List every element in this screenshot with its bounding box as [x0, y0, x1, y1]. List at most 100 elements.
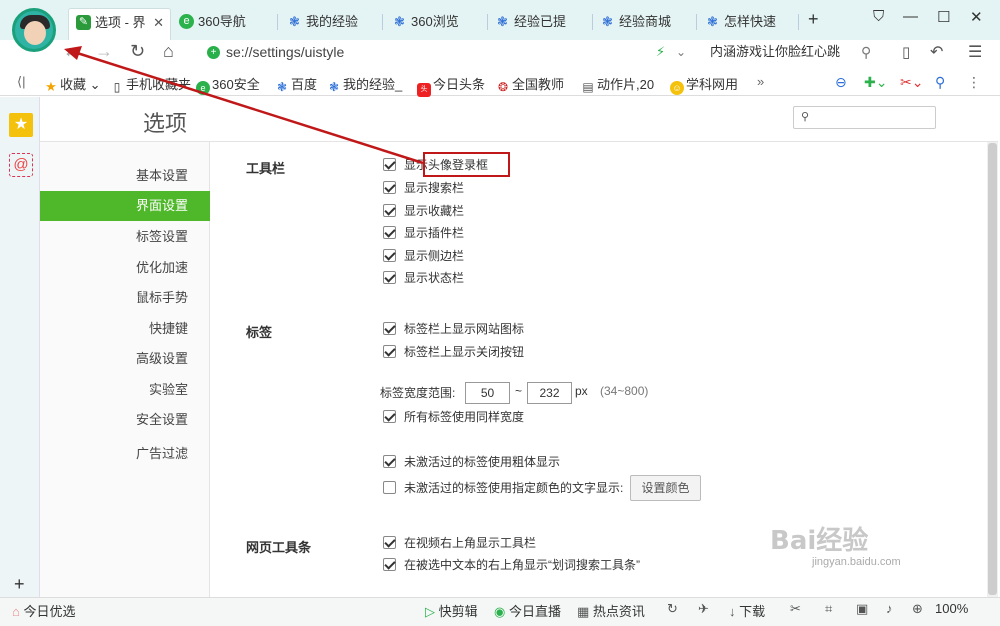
option-show-bookmarks[interactable]: 显示收藏栏 [383, 203, 464, 219]
more-bookmarks-icon[interactable]: » [757, 74, 764, 89]
bookmark-favorites[interactable]: ★ 收藏 ⌄ [44, 74, 100, 94]
url-input[interactable]: + se://settings/uistyle [200, 43, 698, 63]
menu-item-lab[interactable]: 实验室 [40, 375, 210, 405]
option-show-sidebar[interactable]: 显示侧边栏 [383, 248, 464, 264]
tab-howto[interactable]: ❃ 怎样快速 [698, 8, 794, 40]
menu-item-shortcuts[interactable]: 快捷键 [40, 314, 210, 344]
bookmark-myexp[interactable]: ❃ 我的经验_ [327, 74, 402, 94]
status-quick-edit[interactable]: ▷ 快剪辑 [425, 601, 478, 620]
menu-item-adfilter[interactable]: 广告过滤 [40, 439, 210, 469]
tab-360browser[interactable]: ❃ 360浏览 [385, 8, 485, 40]
magnifier-icon[interactable]: ⚲ [935, 74, 945, 91]
tab-my-experience[interactable]: ❃ 我的经验 [280, 8, 380, 40]
option-show-statusbar[interactable]: 显示状态栏 [383, 270, 464, 286]
undo-icon[interactable]: ↶ [930, 42, 943, 62]
checkbox-checked[interactable] [383, 455, 396, 468]
checkbox-checked[interactable] [383, 271, 396, 284]
window-icon[interactable]: ▣ [856, 601, 868, 617]
option-color-inactive[interactable]: 未激活过的标签使用指定颜色的文字显示: [383, 480, 623, 496]
option-bold-inactive[interactable]: 未激活过的标签使用粗体显示 [383, 454, 560, 470]
360-icon: e [196, 81, 210, 95]
menu-item-tabs[interactable]: 标签设置 [40, 222, 210, 252]
option-show-search[interactable]: 显示搜索栏 [383, 180, 464, 196]
tab-divider [277, 14, 278, 30]
option-selection-search[interactable]: 在被选中文本的右上角显示“划词搜索工具条” [383, 557, 640, 573]
menu-icon[interactable]: ☰ [968, 42, 982, 62]
speed-icon[interactable]: ↻ [667, 601, 678, 617]
sidebar-toggle-icon[interactable]: ⟨| [17, 74, 25, 90]
close-window-icon[interactable]: ✕ [970, 8, 983, 26]
checkbox-checked[interactable] [383, 181, 396, 194]
menu-item-optimize[interactable]: 优化加速 [40, 253, 210, 283]
mail-at-icon[interactable]: @ [9, 153, 33, 177]
bookmark-teachers[interactable]: ❂ 全国教师 [496, 74, 564, 94]
checkbox-checked[interactable] [383, 536, 396, 549]
new-tab-icon[interactable]: + [808, 9, 819, 30]
option-tab-close-button[interactable]: 标签栏上显示关闭按钮 [383, 344, 524, 360]
menu-item-advanced[interactable]: 高级设置 [40, 344, 210, 374]
home-icon[interactable]: ⌂ [163, 41, 174, 62]
checkbox-unchecked[interactable] [383, 481, 396, 494]
scrollbar-thumb[interactable] [988, 143, 997, 595]
search-icon[interactable]: ⚲ [861, 44, 871, 61]
plugin-icon[interactable]: ✚⌄ [864, 74, 887, 91]
checkbox-checked[interactable] [383, 249, 396, 262]
bookmark-xueke[interactable]: ☺ 学科网用 [670, 74, 738, 95]
checkbox-checked[interactable] [383, 345, 396, 358]
option-same-width[interactable]: 所有标签使用同样宽度 [383, 409, 524, 425]
bookmark-toutiao[interactable]: 头今日头条 [417, 74, 485, 97]
checkbox-checked[interactable] [383, 558, 396, 571]
option-show-plugins[interactable]: 显示插件栏 [383, 225, 464, 241]
checkbox-checked[interactable] [383, 410, 396, 423]
bookmark-baidu[interactable]: ❃ 百度 [275, 74, 317, 94]
volume-icon[interactable]: ♪ [886, 601, 893, 616]
user-avatar[interactable] [12, 8, 56, 52]
maximize-icon[interactable]: ☐ [937, 8, 950, 26]
menu-item-interface[interactable]: 界面设置 [40, 191, 210, 221]
tab-width-max-input[interactable]: 232 [527, 382, 572, 404]
status-live[interactable]: ◉ 今日直播 [494, 601, 561, 620]
phone-icon[interactable]: ▯ [902, 43, 910, 61]
tab-width-min-input[interactable]: 50 [465, 382, 510, 404]
tab-submitted[interactable]: ❃ 经验已提 [488, 8, 591, 40]
forward-icon[interactable]: → [95, 41, 113, 62]
menu-item-basic[interactable]: 基本设置 [40, 161, 210, 191]
checkbox-checked[interactable] [383, 226, 396, 239]
tab-mall[interactable]: ❃ 经验商城 [593, 8, 693, 40]
chevron-down-icon[interactable]: ⌄ [676, 45, 686, 59]
close-icon[interactable]: ✕ [153, 9, 164, 36]
bookmark-movies[interactable]: ▤ 动作片,20 [581, 74, 654, 94]
zoom-icon[interactable]: ⊕ [912, 601, 923, 617]
checkbox-checked[interactable] [383, 158, 396, 171]
back-icon[interactable]: ← [63, 41, 81, 62]
minimize-icon[interactable]: — [903, 8, 918, 25]
screenshot-icon[interactable]: ⌗ [825, 601, 832, 617]
settings-search-input[interactable]: ⚲ [793, 106, 936, 129]
status-download[interactable]: ↓ 下载 [729, 601, 765, 620]
option-video-toolbar[interactable]: 在视频右上角显示工具栏 [383, 535, 536, 551]
menu-item-mouse-gesture[interactable]: 鼠标手势 [40, 283, 210, 313]
checkbox-checked[interactable] [383, 204, 396, 217]
minus-circle-icon[interactable]: ⊖ [835, 74, 847, 91]
tab-settings[interactable]: ✎ 选项 - 界 ✕ [68, 8, 171, 40]
option-tab-favicon[interactable]: 标签栏上显示网站图标 [383, 321, 524, 337]
rocket-icon[interactable]: ✈ [698, 601, 709, 617]
scissors-icon[interactable]: ✂⌄ [900, 74, 923, 91]
bookmark-360safe[interactable]: e 360安全 [196, 74, 260, 95]
menu-item-security[interactable]: 安全设置 [40, 405, 210, 435]
lightning-icon[interactable]: ⚡ [656, 44, 665, 60]
add-sidebar-icon[interactable]: + [14, 574, 25, 595]
favorites-star-icon[interactable]: ★ [9, 113, 33, 137]
shirt-skin-icon[interactable]: ⛉ [873, 8, 884, 25]
today-picks[interactable]: ⌂ 今日优选 [12, 601, 76, 620]
checkbox-checked[interactable] [383, 322, 396, 335]
refresh-icon[interactable]: ↻ [130, 41, 145, 62]
repair-icon[interactable]: ✂ [790, 601, 801, 617]
search-input[interactable]: 内涵游戏让你脸红心跳 [705, 43, 885, 63]
tab-360nav[interactable]: e 360导航 [172, 8, 272, 40]
set-color-button[interactable]: 设置颜色 [630, 475, 701, 501]
zoom-level[interactable]: 100% [935, 601, 968, 616]
bookmark-mobile[interactable]: ▯ 手机收藏夹 [110, 74, 191, 94]
status-news[interactable]: ▦ 热点资讯 [577, 601, 645, 620]
more-icon[interactable]: ⋮ [967, 74, 981, 91]
